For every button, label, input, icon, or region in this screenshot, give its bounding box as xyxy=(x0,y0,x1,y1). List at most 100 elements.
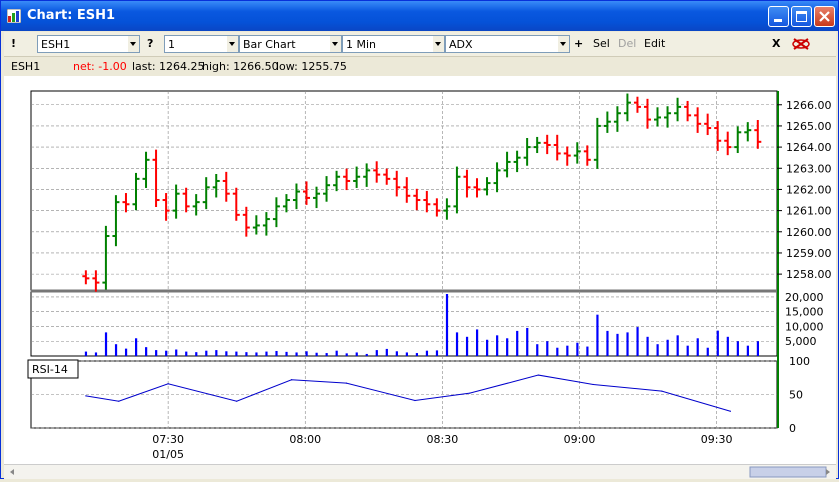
volume-bar xyxy=(104,332,108,356)
rsi-point xyxy=(345,382,348,384)
volume-bar xyxy=(496,335,499,356)
scroll-left-icon[interactable] xyxy=(10,469,14,475)
scroll-right-icon[interactable] xyxy=(826,469,830,475)
price-pane xyxy=(30,90,778,291)
volume-bar xyxy=(445,294,449,356)
price-tick-label: 1265.00 xyxy=(786,120,832,133)
indicator-combo[interactable]: ADX xyxy=(445,35,570,53)
volume-bar xyxy=(275,350,278,356)
chart-area[interactable]: 1266.00 1265.00 1264.00 1263.00 1262.00 1261.… xyxy=(4,76,836,464)
time-tick-label: 07:30 xyxy=(152,433,184,446)
rsi-point xyxy=(236,400,238,402)
volume-bar xyxy=(225,351,228,356)
volume-bar xyxy=(134,338,138,356)
volume-bar xyxy=(465,336,469,356)
volume-bar xyxy=(305,351,308,356)
symbol-value: ESH1 xyxy=(41,38,71,51)
close-chart-button[interactable]: X xyxy=(772,37,780,50)
close-icon xyxy=(819,11,830,22)
volume-bar xyxy=(325,353,328,356)
volume-bar xyxy=(736,341,739,356)
volume-bar xyxy=(726,336,729,356)
volume-bar xyxy=(375,350,378,356)
edit-button[interactable]: Edit xyxy=(644,37,665,50)
volume-bar xyxy=(145,347,148,356)
volume-bar xyxy=(195,352,198,356)
volume-bar xyxy=(315,352,318,356)
time-tick-label: 08:00 xyxy=(289,433,321,446)
rsi-tick-label: 0 xyxy=(789,422,796,435)
price-tick-label: 1266.00 xyxy=(786,99,832,112)
title-bar[interactable]: Chart: ESH1 xyxy=(1,1,838,31)
rsi-point xyxy=(414,399,416,402)
volume-bar xyxy=(576,342,579,356)
volume-bar xyxy=(666,339,669,356)
price-chart[interactable]: 1266.00 1265.00 1264.00 1263.00 1262.00 1261.… xyxy=(4,76,836,464)
window-title: Chart: ESH1 xyxy=(27,8,116,23)
chart-type-combo[interactable]: Bar Chart xyxy=(239,35,342,53)
rsi-tick-label: 50 xyxy=(789,389,803,402)
volume-bar xyxy=(385,348,388,356)
volume-bar xyxy=(245,352,248,356)
volume-bar xyxy=(696,338,699,356)
help-button[interactable]: ? xyxy=(147,37,153,50)
link-icon[interactable] xyxy=(790,35,812,53)
price-tick-label: 1260.00 xyxy=(786,226,832,239)
volume-bar xyxy=(155,350,158,356)
volume-bar xyxy=(616,333,619,356)
volume-tick-label: 10,000 xyxy=(785,320,824,333)
timeframe-combo[interactable]: 1 Min xyxy=(342,35,445,53)
indicator-value: ADX xyxy=(449,38,473,51)
volume-bar xyxy=(175,349,178,356)
time-tick-label: 09:30 xyxy=(701,433,733,446)
delete-button[interactable]: Del xyxy=(618,37,636,50)
volume-bar xyxy=(355,352,358,356)
rsi-point xyxy=(118,400,120,402)
rsi-point xyxy=(469,392,471,394)
volume-bar xyxy=(395,351,398,356)
interval-count-combo[interactable]: 1 xyxy=(164,35,239,53)
chevron-down-icon[interactable] xyxy=(128,36,139,52)
volume-bar xyxy=(626,332,629,356)
time-tick-label: 09:00 xyxy=(564,433,596,446)
volume-bar xyxy=(124,348,128,356)
chevron-down-icon[interactable] xyxy=(558,36,569,52)
volume-bar xyxy=(255,352,258,356)
chevron-down-icon[interactable] xyxy=(330,36,341,52)
volume-bar xyxy=(596,314,599,356)
volume-bar xyxy=(686,345,689,356)
info-net: net: -1.00 xyxy=(73,60,127,73)
volume-bar xyxy=(345,353,348,356)
volume-bar xyxy=(215,350,218,356)
chevron-down-icon[interactable] xyxy=(227,36,238,52)
volume-bar xyxy=(486,339,489,356)
toolbar: ! ESH1 ? 1 Bar Chart 1 Min ADX + Sel Del… xyxy=(4,32,836,57)
volume-bar xyxy=(285,351,288,356)
rsi-point xyxy=(592,383,594,386)
price-tick-label: 1259.00 xyxy=(786,247,832,260)
add-indicator-button[interactable]: + xyxy=(574,37,583,50)
timeframe-value: 1 Min xyxy=(346,38,377,51)
scrollbar-arrows xyxy=(10,466,830,478)
volume-bar xyxy=(114,344,118,356)
scrollbar-thumb[interactable] xyxy=(749,466,827,478)
maximize-button[interactable] xyxy=(791,6,812,27)
volume-bar xyxy=(235,351,238,356)
toolbar-grip[interactable]: ! xyxy=(11,37,16,50)
volume-bar xyxy=(526,327,529,356)
symbol-combo[interactable]: ESH1 xyxy=(37,35,140,53)
minimize-button[interactable] xyxy=(768,6,789,27)
volume-bar xyxy=(636,327,639,356)
select-button[interactable]: Sel xyxy=(593,37,610,50)
volume-bar xyxy=(756,341,760,356)
volume-bar xyxy=(435,350,439,356)
rsi-tick-label: 100 xyxy=(789,355,810,368)
horizontal-scrollbar[interactable] xyxy=(4,464,836,479)
chevron-down-icon[interactable] xyxy=(433,36,444,52)
close-button[interactable] xyxy=(814,6,835,27)
price-tick-label: 1258.00 xyxy=(786,268,832,281)
volume-bar xyxy=(646,336,649,356)
rsi-point xyxy=(537,374,539,376)
chart-app-icon xyxy=(7,9,21,23)
info-last: last: 1264.25 xyxy=(132,60,205,73)
